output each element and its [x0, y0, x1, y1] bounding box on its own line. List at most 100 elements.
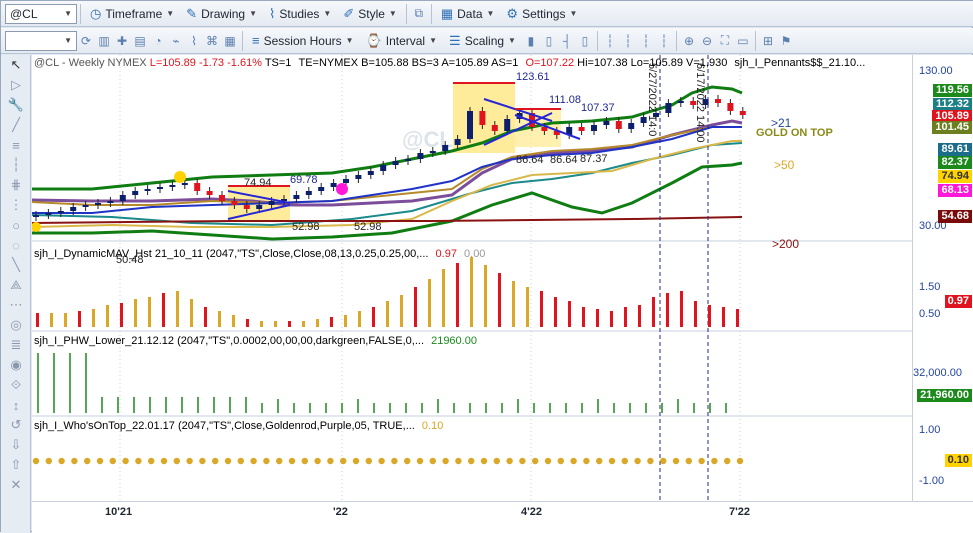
bars-icon[interactable]: ┆: [619, 32, 637, 50]
candle-body: [82, 205, 89, 207]
histogram-bar: [498, 273, 501, 327]
undo-icon[interactable]: ↺: [1, 415, 31, 435]
zoom-fit-icon[interactable]: ⛶: [716, 32, 734, 50]
candle-body: [715, 99, 721, 103]
ohlc-style-icon[interactable]: ┤: [558, 32, 576, 50]
zoom-in-icon[interactable]: ⊕: [680, 32, 698, 50]
histogram-bar: [708, 305, 711, 327]
fullscreen-icon[interactable]: ▭: [734, 32, 752, 50]
price-label: 74.94: [244, 177, 272, 189]
price-label: 69.78: [290, 174, 318, 186]
candle-body: [343, 179, 349, 183]
timeframe-label: Timeframe: [105, 6, 163, 21]
time-axis[interactable]: 10'21 '22 4'22 7'22: [32, 501, 973, 533]
settings-button[interactable]: ⚙ Settings ▼: [500, 3, 583, 25]
histogram-bar: [190, 299, 193, 327]
ruler-icon[interactable]: ↕: [1, 395, 31, 415]
chart-compare-icon[interactable]: ⌇: [185, 32, 203, 50]
data-button[interactable]: ▦ Data ▼: [435, 3, 501, 25]
settings-label: Settings: [522, 6, 566, 21]
whos-on-top-dot: [442, 457, 449, 465]
whos-on-top-dot: [519, 457, 526, 465]
histogram-bar: [274, 321, 277, 327]
whos-on-top-dot: [698, 457, 705, 465]
symbol-input[interactable]: @CL ▼: [5, 3, 77, 24]
drawing-button[interactable]: ✎ Drawing ▼: [180, 3, 263, 25]
hierarchy-icon[interactable]: ⌘: [203, 32, 221, 50]
line-chart-icon[interactable]: ⌁: [167, 32, 185, 50]
bars-icon[interactable]: ┆: [655, 32, 673, 50]
whos-on-top-dot: [45, 457, 52, 465]
speed-icon[interactable]: ◉: [1, 355, 31, 375]
arrow-down-icon[interactable]: ⇩: [1, 435, 31, 455]
candle-body: [169, 185, 176, 187]
sessions-icon: ≡: [252, 33, 260, 48]
histogram-bar: [526, 287, 529, 327]
style-button[interactable]: ✐ Style ▼: [337, 3, 403, 25]
levels-icon[interactable]: ≣: [1, 335, 31, 355]
candles-icon[interactable]: ▯: [576, 32, 594, 50]
session-hours-button[interactable]: ≡ Session Hours ▼: [246, 30, 360, 52]
chart-type-icon[interactable]: ▥: [95, 32, 113, 50]
toolbar-divider: [80, 3, 81, 24]
cursor-icon[interactable]: ▷: [1, 75, 31, 95]
refresh-icon[interactable]: ⟳: [77, 32, 95, 50]
trendline-icon[interactable]: ╱: [1, 115, 31, 135]
histogram-bar: [694, 301, 697, 327]
channel-icon[interactable]: ⋕: [1, 175, 31, 195]
clock-icon[interactable]: ◔: [149, 32, 167, 50]
chart-area[interactable]: @CL 123.61 111.08 107.37 74.94 69.78 86.…: [31, 55, 912, 501]
gann-icon[interactable]: ◎: [1, 315, 31, 335]
scaling-label: Scaling: [464, 33, 505, 48]
histogram-bar: [64, 313, 67, 327]
whos-on-top-dot: [122, 457, 129, 465]
candle-style-icon[interactable]: ▯: [540, 32, 558, 50]
fan-icon[interactable]: ⟁: [1, 275, 31, 295]
interval-button[interactable]: ⌚ Interval ▼: [360, 30, 443, 52]
candle-body: [367, 171, 374, 175]
scaling-button[interactable]: ☰ Scaling ▼: [443, 30, 522, 52]
fibonacci-icon[interactable]: ⋮: [1, 195, 31, 215]
circle-icon[interactable]: ○: [1, 215, 31, 235]
histogram-bar: [134, 299, 137, 327]
wrench-icon[interactable]: 🔧: [1, 95, 31, 115]
zoom-out-icon[interactable]: ⊖: [698, 32, 716, 50]
whos-on-top-dot: [570, 457, 577, 465]
vertical-line-icon[interactable]: ┆: [1, 155, 31, 175]
cycles-icon[interactable]: ⟐: [1, 375, 31, 395]
text-icon[interactable]: ✕: [1, 475, 31, 495]
ellipse-icon[interactable]: ◌: [1, 235, 31, 255]
timeframe-button[interactable]: ◷ Timeframe ▼: [84, 3, 180, 25]
chevron-down-icon[interactable]: ▼: [64, 36, 72, 45]
bars-icon[interactable]: ┆: [637, 32, 655, 50]
arrow-up-icon[interactable]: ⇧: [1, 455, 31, 475]
studies-button[interactable]: ⌇ Studies ▼: [263, 3, 337, 25]
price-axis[interactable]: 130.00 30.00 119.56 112.32 105.89 101.45 89.…: [912, 55, 973, 501]
bars-icon[interactable]: ┆: [601, 32, 619, 50]
candle-body: [33, 215, 39, 217]
price-tag: 68.13: [938, 184, 972, 197]
horizontal-line-icon[interactable]: ≡: [1, 135, 31, 155]
chart-canvas[interactable]: @CL 123.61 111.08 107.37 74.94 69.78 86.…: [31, 55, 912, 501]
pointer-icon[interactable]: ↖: [1, 55, 31, 75]
whos-on-top-dot: [621, 457, 628, 465]
whos-on-top-dot: [199, 457, 206, 465]
whos-on-top-dot: [237, 457, 244, 465]
brush-icon[interactable]: ╲: [1, 255, 31, 275]
flag-icon[interactable]: ⚑: [777, 32, 795, 50]
histogram-bar: [246, 319, 249, 327]
bar-chart-icon[interactable]: ▤: [131, 32, 149, 50]
grid-icon[interactable]: ⋯: [1, 295, 31, 315]
chevron-down-icon[interactable]: ▼: [64, 9, 72, 18]
histogram-bar: [148, 297, 151, 327]
add-indicator-icon[interactable]: ⊞: [759, 32, 777, 50]
table-icon[interactable]: ▦: [221, 32, 239, 50]
style-icon: ✐: [343, 5, 355, 21]
window-split-icon[interactable]: ⧉: [410, 5, 428, 23]
interval-input[interactable]: ▼: [5, 30, 77, 51]
studies-icon: ⌇: [269, 5, 276, 21]
chevron-down-icon: ▼: [166, 9, 175, 18]
bar-style-icon[interactable]: ▮: [522, 32, 540, 50]
price-tag: 54.68: [938, 210, 972, 223]
crosshair-icon[interactable]: ✚: [113, 32, 131, 50]
